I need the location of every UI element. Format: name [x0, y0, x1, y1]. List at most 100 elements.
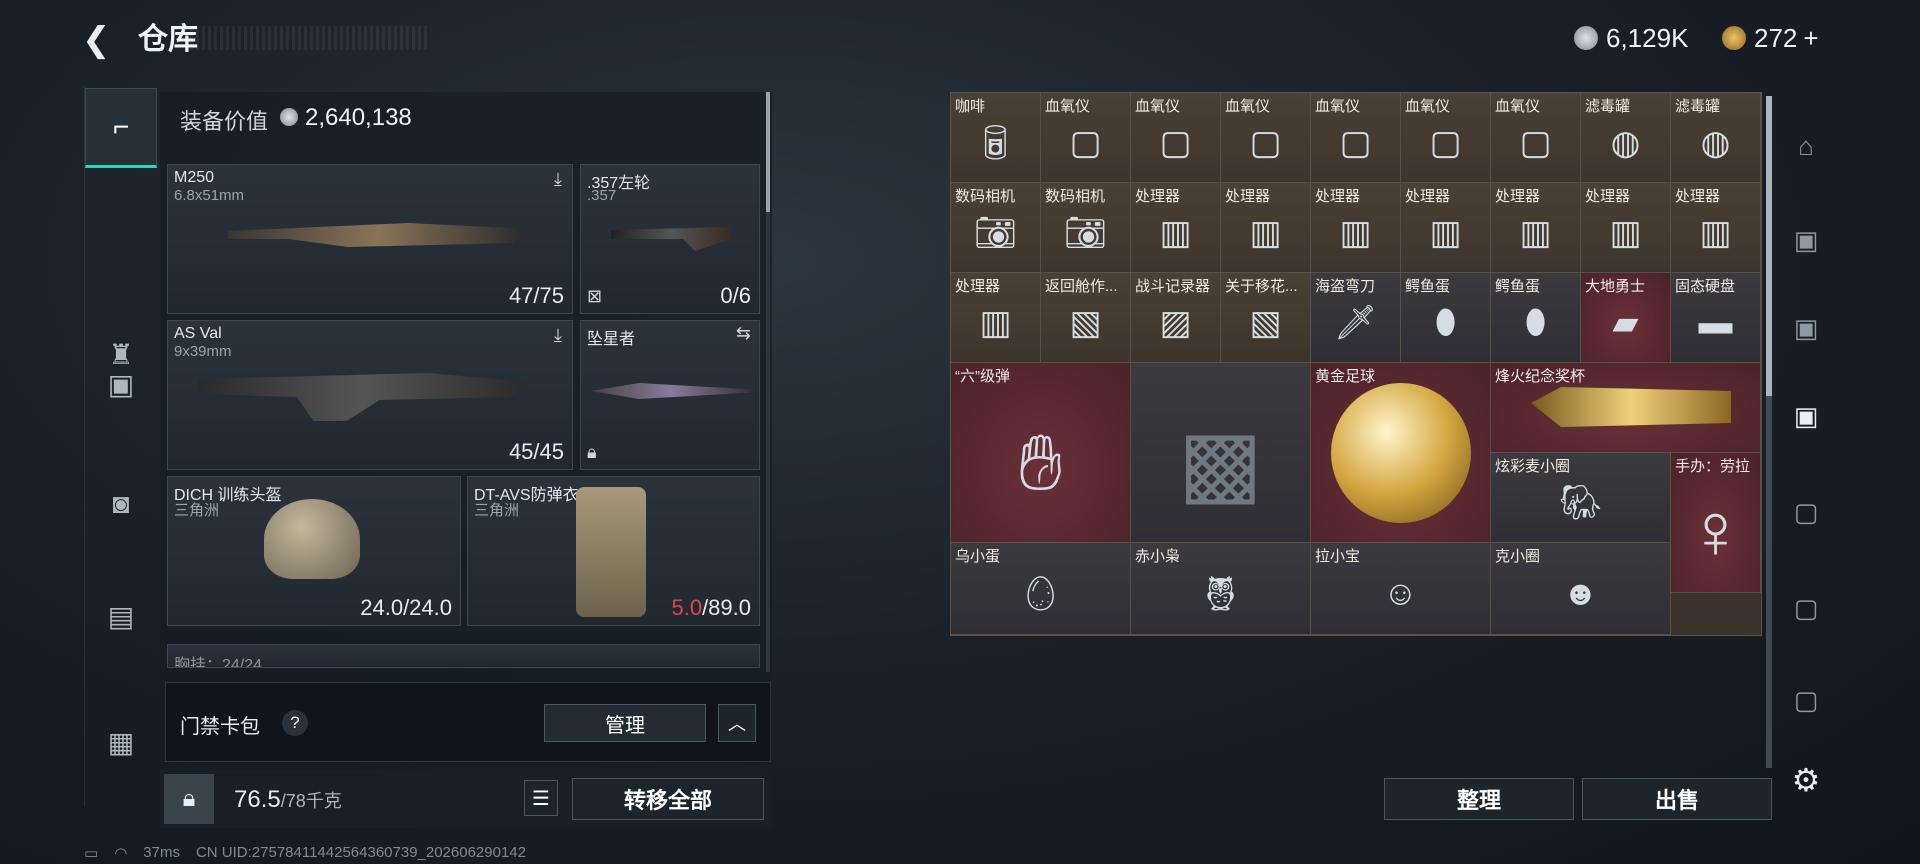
grid-item[interactable]: ▩ — [1131, 363, 1311, 543]
rail-helmet-3b-tab[interactable]: ▣ — [1778, 388, 1834, 444]
equipment-value: 2,640,138 — [305, 104, 412, 131]
grid-item[interactable]: 处理器 ▥ — [1401, 183, 1491, 273]
swap-icon[interactable]: ⇆ — [736, 323, 751, 344]
sidebar-item-backpack[interactable]: ▣ — [85, 344, 157, 424]
add-gold-button[interactable]: + — [1803, 23, 1818, 54]
grid-item[interactable]: “六”级弹 ✋︎ — [951, 363, 1131, 543]
pistol-icon: ⌐ — [112, 111, 130, 142]
list-view-button[interactable]: ☰ — [524, 780, 558, 816]
grid-item[interactable]: 乌小蛋 🥚︎ — [951, 543, 1131, 635]
armor-4b-icon: ▢ — [1793, 684, 1819, 715]
slot-caliber: .357 — [587, 187, 617, 204]
grid-item[interactable]: 处理器 ▥ — [1221, 183, 1311, 273]
helmet-4-icon: ▣ — [1793, 224, 1819, 255]
grid-item[interactable]: 血氧仪 ▢ — [1491, 93, 1581, 183]
cardpack-label: 门禁卡包 — [180, 716, 260, 738]
recorder-icon: ▨ — [1159, 303, 1192, 342]
sidebar-item-clipboard[interactable]: ▤ — [85, 576, 157, 656]
grid-item[interactable]: 手办：劳拉 ♀ — [1671, 453, 1761, 593]
grid-item[interactable]: 血氧仪 ▢ — [1041, 93, 1131, 183]
item-name: 处理器 — [1495, 188, 1541, 205]
rail-armor-4b-tab[interactable]: ▢ — [1778, 672, 1834, 728]
grid-item[interactable]: 数码相机 📷︎ — [951, 183, 1041, 273]
manage-button[interactable]: 管理 — [544, 704, 706, 742]
grid-item[interactable]: 黄金足球 — [1311, 363, 1491, 543]
rail-armor-tab[interactable]: ⌂ — [1778, 118, 1834, 174]
grid-item[interactable]: 海盗弯刀 🗡︎ — [1311, 273, 1401, 363]
back-button[interactable]: ❮ — [82, 20, 116, 60]
chest-rig-slot[interactable]: 胸挂：24/24 — [167, 644, 760, 668]
lock-icon: 🔒︎ — [587, 442, 597, 462]
help-button[interactable]: ? — [282, 710, 308, 736]
sidebar-item-weapons[interactable]: ⌐ — [85, 88, 157, 168]
owl-figure-icon: 🦉︎ — [1198, 574, 1243, 613]
equipment-value-label: 装备价值 — [180, 109, 269, 134]
sidebar-item-toolbox[interactable]: ▦ — [85, 702, 157, 782]
grid-item[interactable]: 咖啡 🥫︎ — [951, 93, 1041, 183]
grid-item[interactable]: 返回舱作... ▧ — [1041, 273, 1131, 363]
rail-armor-4-tab[interactable]: ▢ — [1778, 484, 1834, 540]
panel-scroll-thumb[interactable] — [766, 92, 770, 212]
ssd-icon: ▬ — [1698, 303, 1733, 342]
rail-helmet-3-tab[interactable]: ▣ — [1778, 300, 1834, 356]
armor-slot[interactable]: DT-AVS防弹衣 三角洲 5.0/89.0 — [467, 476, 760, 626]
grid-item[interactable]: 关于移花... ▧ — [1221, 273, 1311, 363]
armor-tab-icon: ⌂ — [1798, 130, 1814, 161]
grid-item[interactable]: 大地勇士 ▰ — [1581, 273, 1671, 363]
processor-icon: ▥ — [1339, 213, 1372, 252]
silver-coin-icon — [280, 108, 298, 126]
helmet-slot[interactable]: DICH 训练头盔 三角洲 24.0/24.0 — [167, 476, 461, 626]
grid-item[interactable]: 处理器 ▥ — [1671, 183, 1761, 273]
lock-button[interactable]: 🔒︎ — [164, 774, 214, 824]
sidebar-item-bag[interactable]: ◙ — [85, 464, 157, 544]
sell-button[interactable]: 出售 — [1582, 778, 1772, 820]
download-icon[interactable]: ⤓ — [554, 169, 562, 190]
grid-item[interactable]: 克小圈 ☻ — [1491, 543, 1671, 635]
download-icon[interactable]: ⤓ — [554, 325, 562, 346]
silver-balance: 6,129K — [1574, 20, 1688, 56]
grid-item[interactable]: 拉小宝 ☺ — [1311, 543, 1491, 635]
rail-armor-3-tab[interactable]: ▢ — [1778, 580, 1834, 636]
grid-item[interactable]: 血氧仪 ▢ — [1401, 93, 1491, 183]
grid-item[interactable]: 数码相机 📷︎ — [1041, 183, 1131, 273]
grid-item[interactable]: 炫彩麦小圈 🐘︎ — [1491, 453, 1671, 543]
grid-item[interactable]: 血氧仪 ▢ — [1131, 93, 1221, 183]
processor-icon: ▥ — [1699, 213, 1732, 252]
grid-item[interactable]: 处理器 ▥ — [1131, 183, 1221, 273]
grid-item[interactable]: 处理器 ▥ — [1311, 183, 1401, 273]
durability: 24.0/24.0 — [360, 595, 452, 620]
primary-weapon-slot[interactable]: M250 6.8x51mm ⤓ 47/75 — [167, 164, 573, 314]
grid-item[interactable]: 烽火纪念奖杯 — [1491, 363, 1761, 453]
collapse-button[interactable]: ︿ — [718, 704, 756, 742]
grid-item[interactable]: 处理器 ▥ — [1581, 183, 1671, 273]
figurine-icon: ♀ — [1686, 486, 1745, 575]
oximeter-icon: ▢ — [1159, 123, 1192, 162]
melee-slot[interactable]: 坠星者 ⇆ 🔒︎ — [580, 320, 760, 470]
grid-item[interactable]: 鳄鱼蛋 ⬮ — [1401, 273, 1491, 363]
item-name: 血氧仪 — [1405, 98, 1451, 115]
grid-item[interactable]: 处理器 ▥ — [1491, 183, 1581, 273]
item-name: 赤小枭 — [1135, 548, 1181, 565]
grid-item[interactable]: 战斗记录器 ▨ — [1131, 273, 1221, 363]
grid-item[interactable]: 滤毒罐 ◍ — [1671, 93, 1761, 183]
item-name: 战斗记录器 — [1135, 278, 1211, 295]
rail-helmet-4-tab[interactable]: ▣ — [1778, 212, 1834, 268]
grid-item[interactable]: 血氧仪 ▢ — [1221, 93, 1311, 183]
gold-balance[interactable]: 272 + — [1722, 20, 1819, 56]
trophy-icon — [1531, 387, 1731, 427]
transfer-all-button[interactable]: 转移全部 — [572, 778, 764, 820]
settings-button[interactable]: ⚙ — [1786, 760, 1826, 800]
grid-item[interactable]: 赤小枭 🦉︎ — [1131, 543, 1311, 635]
grid-scroll-thumb[interactable] — [1766, 96, 1772, 396]
egg-figure-icon: 🥚︎ — [1018, 574, 1063, 613]
card-icon: ▰ — [1612, 303, 1639, 342]
sort-button[interactable]: 整理 — [1384, 778, 1574, 820]
grid-item[interactable]: 鳄鱼蛋 ⬮ — [1491, 273, 1581, 363]
sidearm-slot[interactable]: .357左轮 .357 ⊠ 0/6 — [580, 164, 760, 314]
grid-item[interactable]: 处理器 ▥ — [951, 273, 1041, 363]
grid-item[interactable]: 滤毒罐 ◍ — [1581, 93, 1671, 183]
secondary-weapon-slot[interactable]: AS Val 9x39mm ⤓ 45/45 — [167, 320, 573, 470]
grid-item[interactable]: 血氧仪 ▢ — [1311, 93, 1401, 183]
grid-item[interactable]: 固态硬盘 ▬ — [1671, 273, 1761, 363]
item-name: 血氧仪 — [1495, 98, 1541, 115]
